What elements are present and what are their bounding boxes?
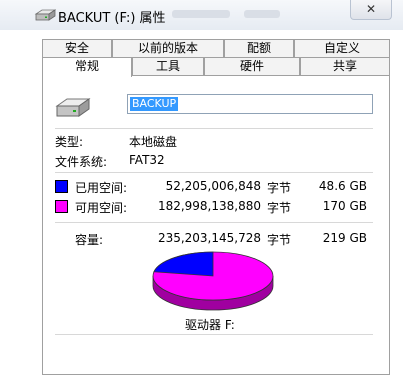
used-space-unit: 字节 [267,181,292,195]
tab-tools[interactable]: 工具 [132,57,204,75]
tab-customize[interactable]: 自定义 [294,39,390,57]
drive-icon [55,98,91,117]
divider [55,222,373,223]
type-label: 类型: [55,135,84,149]
general-panel: BACKUP 类型: 本地磁盘 文件系统: FAT32 已用空间: 52,205… [42,75,390,375]
tab-general[interactable]: 常规 [42,57,132,77]
used-space-bytes: 52,205,006,848 [165,179,261,193]
free-space-bytes: 182,998,138,880 [157,199,261,213]
disk-usage-pie-chart [152,251,274,311]
window-title: BACKUT (F:) 属性 [58,11,166,26]
blurred-region [172,10,230,18]
capacity-label: 容量: [75,233,104,247]
used-space-size: 48.6 GB [318,179,367,193]
volume-name-text: BACKUP [130,97,179,111]
drive-letter-label: 驱动器 F: [185,318,235,332]
tab-hardware[interactable]: 硬件 [204,57,300,75]
blurred-region [244,10,280,18]
tab-previous-versions[interactable]: 以前的版本 [112,39,224,57]
file-system-label: 文件系统: [55,155,108,169]
capacity-size: 219 GB [322,231,367,245]
free-space-swatch [55,200,68,213]
free-space-size: 170 GB [322,199,367,213]
used-space-swatch [55,180,68,193]
divider [55,334,373,335]
tab-sharing[interactable]: 共享 [300,57,390,75]
close-icon: ✕ [365,2,377,16]
pie-slice-used [153,251,214,277]
divider [55,128,373,129]
drive-icon [34,9,56,21]
tab-security[interactable]: 安全 [42,39,112,57]
used-space-label: 已用空间: [75,181,128,195]
volume-name-input[interactable]: BACKUP [127,94,373,114]
close-button[interactable]: ✕ [350,0,392,20]
type-value: 本地磁盘 [129,135,178,149]
capacity-unit: 字节 [267,233,292,247]
tab-quota[interactable]: 配额 [224,39,294,57]
free-space-label: 可用空间: [75,201,128,215]
title-bar: BACKUT (F:) 属性 ✕ [0,0,403,30]
divider [55,172,373,173]
capacity-bytes: 235,203,145,728 [157,231,261,245]
file-system-value: FAT32 [129,153,165,167]
free-space-unit: 字节 [267,201,292,215]
